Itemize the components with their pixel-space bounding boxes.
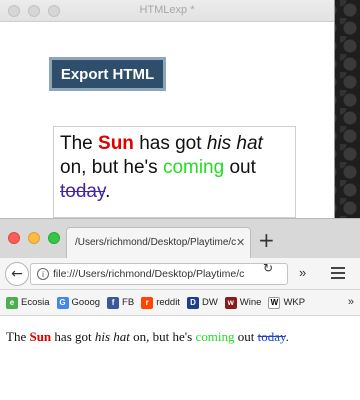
bookmark-fb[interactable]: f FB: [107, 296, 135, 309]
page-text-5: .: [285, 329, 289, 344]
url-bar[interactable]: i file:///Users/richmond/Desktop/Playtim…: [30, 263, 288, 285]
wikipedia-icon: W: [268, 296, 281, 309]
browser-minimize-button[interactable]: [28, 232, 40, 244]
bookmark-dw[interactable]: D DW: [186, 296, 218, 309]
page-sun: Sun: [29, 329, 52, 344]
browser-window: /Users/richmond/Desktop/Playtime/c ✕ + ←…: [0, 218, 360, 400]
close-tab-icon[interactable]: ✕: [236, 236, 245, 249]
browser-tabbar: /Users/richmond/Desktop/Playtime/c ✕ +: [0, 218, 360, 259]
bookmarks-overflow-icon[interactable]: »: [348, 296, 354, 308]
preview-text-4: out: [224, 157, 256, 178]
preview-today: today: [60, 181, 106, 202]
bookmark-label: WKP: [283, 297, 306, 308]
app-title: HTMLexp *: [139, 4, 195, 16]
url-text: file:///Users/richmond/Desktop/Playtime/…: [53, 268, 245, 280]
reddit-icon: r: [141, 296, 154, 309]
bookmark-label: Ecosia: [21, 297, 50, 308]
bookmark-wine[interactable]: w Wine: [224, 296, 262, 309]
styled-text-field[interactable]: The Sun has got his hat on, but he's com…: [53, 126, 296, 218]
page-text-4: out: [234, 329, 258, 344]
bookmarks-bar: e Ecosia G Gooog f FB r reddit D DW w Wine W WKP»: [0, 290, 360, 316]
page-today: today: [257, 329, 286, 344]
preview-hat: his hat: [206, 133, 263, 154]
bookmark-reddit[interactable]: r reddit: [141, 296, 180, 309]
google-icon: G: [56, 296, 69, 309]
hamburger-menu-icon[interactable]: [331, 267, 345, 279]
bookmark-label: Gooog: [71, 297, 101, 308]
bookmark-label: DW: [201, 297, 218, 308]
overflow-chevron-icon[interactable]: »: [299, 265, 306, 280]
back-arrow-icon[interactable]: ←: [5, 262, 29, 286]
preview-coming: coming: [162, 157, 225, 178]
info-icon[interactable]: i: [37, 268, 49, 280]
bookmark-label: FB: [122, 297, 135, 308]
app-titlebar: HTMLexp *: [0, 0, 334, 22]
reload-icon[interactable]: ↻: [263, 261, 273, 275]
facebook-icon: f: [107, 296, 120, 309]
preview-text-2: has got: [133, 133, 207, 154]
preview-sun: Sun: [98, 133, 134, 154]
browser-close-button[interactable]: [8, 232, 20, 244]
browser-zoom-button[interactable]: [48, 232, 60, 244]
browser-tab[interactable]: /Users/richmond/Desktop/Playtime/c: [66, 227, 251, 259]
page-content: The Sun has got his hat on, but he's com…: [0, 316, 360, 358]
page-text-2: has got: [51, 329, 95, 344]
new-tab-button[interactable]: +: [258, 228, 275, 252]
page-text-3: on, but he's: [129, 329, 196, 344]
ecosia-icon: e: [6, 296, 18, 309]
browser-navbar: ← i file:///Users/richmond/Desktop/Playt…: [0, 258, 360, 290]
bookmark-label: reddit: [156, 297, 180, 308]
page-hat: his hat: [94, 329, 130, 344]
bookmark-gooog[interactable]: G Gooog: [56, 296, 101, 309]
bookmark-label: Wine: [239, 297, 262, 308]
wine-icon: w: [224, 296, 237, 309]
page-coming: coming: [195, 329, 235, 344]
preview-text-5: .: [105, 181, 111, 202]
export-html-button[interactable]: Export HTML: [49, 57, 166, 91]
bookmark-ecosia[interactable]: e Ecosia: [6, 296, 50, 309]
page-text-1: The: [6, 329, 30, 344]
dw-icon: D: [186, 296, 199, 309]
browser-window-controls: [8, 232, 60, 244]
bookmark-wkp[interactable]: W WKP: [268, 296, 306, 309]
preview-text-1: The: [60, 133, 99, 154]
preview-text-3: on, but he's: [60, 157, 163, 178]
